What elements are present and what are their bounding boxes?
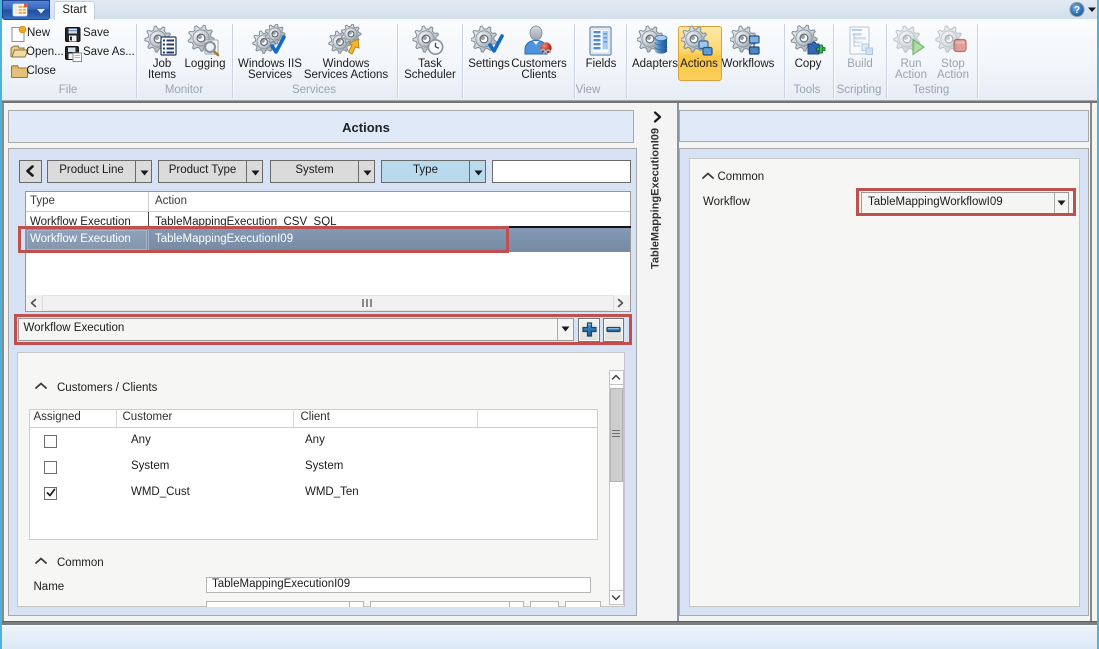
svg-text:?: ? [1074, 5, 1080, 16]
